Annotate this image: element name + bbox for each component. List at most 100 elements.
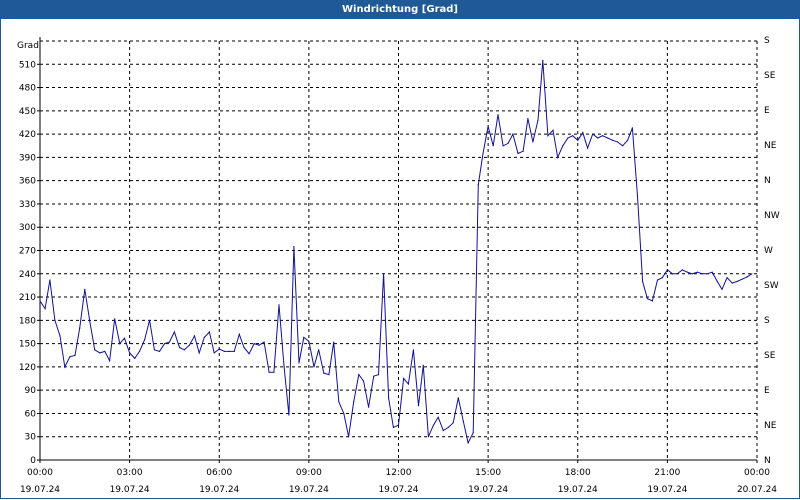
data-point [99, 352, 101, 354]
x-tick-date: 19.07.24 [199, 485, 239, 495]
data-point [129, 352, 131, 354]
data-point [362, 380, 365, 382]
data-point [368, 406, 370, 408]
x-tick-date: 20.07.24 [737, 485, 777, 495]
data-point [462, 420, 464, 422]
data-point [442, 429, 444, 432]
data-points [39, 59, 753, 444]
data-point [691, 273, 693, 275]
data-point [313, 366, 315, 368]
data-point [557, 156, 559, 158]
data-point [452, 422, 454, 424]
y-tick-label: 90 [25, 386, 37, 396]
data-point [721, 288, 723, 290]
data-point [671, 273, 674, 275]
data-point [651, 300, 654, 302]
x-tick-date: 19.07.24 [558, 485, 598, 495]
x-tick-time: 18:00 [565, 468, 591, 478]
data-point [64, 366, 66, 368]
y-tick-label: 510 [19, 60, 36, 70]
data-point [79, 327, 81, 329]
data-point [572, 135, 574, 137]
data-point [522, 150, 524, 152]
data-point [622, 145, 624, 147]
y-tick-label: 270 [19, 247, 36, 257]
y-tick-label: 60 [25, 409, 37, 419]
y-tick-label: 390 [19, 153, 36, 163]
data-point [39, 300, 41, 302]
data-point [642, 280, 644, 283]
data-point [502, 145, 504, 147]
data-point [164, 343, 166, 345]
data-point [153, 349, 155, 351]
data-point [333, 341, 335, 343]
x-tick-date: 19.07.24 [468, 485, 508, 495]
y-tick-label: 30 [25, 433, 37, 443]
data-point [109, 360, 111, 362]
data-point [701, 273, 703, 275]
data-point [358, 374, 360, 376]
data-point [188, 344, 190, 346]
data-point [432, 424, 435, 426]
data-point [158, 350, 161, 352]
data-point [208, 331, 210, 333]
data-point [552, 129, 554, 131]
y-tick-label: 420 [19, 130, 36, 140]
right-axis-label: NE [764, 421, 777, 431]
data-point [547, 135, 549, 137]
data-point [412, 349, 414, 351]
data-point [487, 125, 489, 127]
data-point [542, 59, 544, 62]
data-point [527, 118, 529, 120]
data-point [447, 426, 449, 428]
data-point [392, 426, 394, 428]
x-tick-time: 00:00 [744, 468, 770, 478]
data-point [343, 412, 345, 414]
data-point [437, 416, 439, 418]
x-tick-date: 19.07.24 [378, 485, 418, 495]
data-point [74, 354, 76, 356]
data-point [178, 346, 181, 349]
data-point [661, 277, 663, 279]
data-point [686, 271, 689, 273]
data-point [577, 139, 579, 141]
data-point [134, 357, 136, 359]
x-tick-time: 09:00 [296, 468, 322, 478]
right-axis-label: S [764, 36, 770, 46]
wind-direction-line [39, 60, 753, 445]
x-tick-date: 19.07.24 [20, 485, 60, 495]
x-tick-date: 19.07.24 [110, 485, 150, 495]
data-point [726, 277, 728, 279]
data-point [646, 298, 649, 300]
data-point [616, 141, 619, 143]
data-point [746, 276, 748, 278]
data-point [84, 288, 86, 290]
data-point [283, 366, 285, 368]
data-point [383, 273, 385, 275]
data-point [94, 349, 96, 351]
right-axis-label: SW [764, 281, 779, 291]
y-tick-labels: 0 30 60 90 120 150 180 210 240 270 300 330 360 390 420… [19, 60, 36, 466]
data-point [278, 304, 280, 306]
data-point [144, 339, 146, 341]
data-point [587, 147, 589, 149]
x-tick-date: 19.07.24 [647, 485, 687, 495]
right-axis-label: SE [764, 351, 776, 361]
data-point [258, 344, 260, 346]
data-point [104, 350, 106, 352]
data-point [562, 145, 564, 147]
y-axis-label: Grad [17, 41, 39, 51]
data-point [273, 371, 275, 373]
data-point [268, 371, 270, 373]
data-point [69, 356, 71, 358]
right-axis-label: N [764, 176, 771, 186]
y-tick-label: 210 [19, 293, 36, 303]
data-point [582, 132, 584, 134]
data-point [193, 335, 196, 337]
y-tick-label: 300 [19, 223, 36, 233]
x-tick-time: 12:00 [386, 468, 412, 478]
data-point [532, 141, 534, 143]
data-point [218, 348, 220, 350]
grid [40, 40, 758, 460]
x-tick-time: 00:00 [27, 468, 53, 478]
